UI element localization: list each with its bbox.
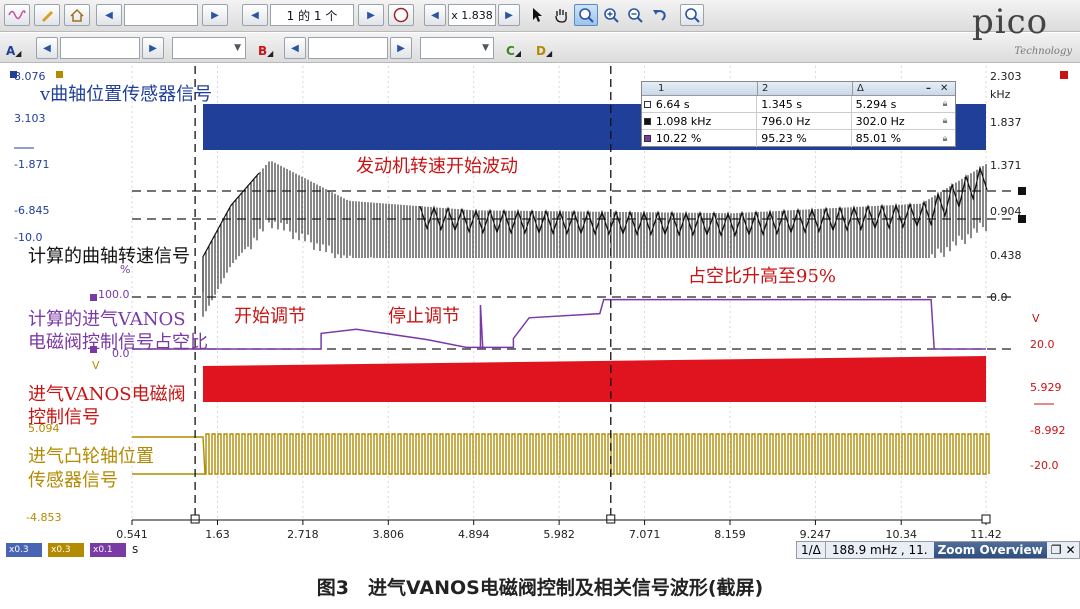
time-axis-tick-label: 3.806	[373, 528, 405, 541]
time-axis-tick-label: 1.63	[205, 528, 230, 541]
minimize-icon[interactable]: –	[922, 82, 936, 95]
delta-duty: 85.01 %	[850, 130, 935, 147]
time-ruler-handle	[606, 514, 616, 524]
ruler2-time: 1.345 s	[756, 96, 850, 112]
duty-cycle-rise-annotation: 占空比升高至95%	[688, 266, 837, 287]
rpm-axis-tick-label: 1.837	[990, 116, 1022, 129]
zoom-overview-title[interactable]: Zoom Overview	[933, 542, 1047, 558]
rpm-axis-unit: kHz	[990, 88, 1011, 101]
measurement-table[interactable]: 1 2 Δ – ✕ 6.64 s 1.345 s 5.294 s 🔒︎ 1.09…	[641, 81, 956, 147]
row-marker-icon	[644, 100, 652, 108]
gold-axis-tick-label: -4.853	[26, 511, 61, 524]
ruler2-duty: 95.23 %	[756, 130, 850, 147]
time-axis-tick-label: 8.159	[714, 528, 746, 541]
rpm-axis-tick-label: 1.371	[990, 159, 1022, 172]
rpm-ruler-handle	[1018, 187, 1026, 195]
ruler1-time: 6.64 s	[655, 97, 690, 111]
time-axis-tick-label: 5.982	[543, 528, 575, 541]
lock-icon[interactable]: 🔒︎	[935, 99, 955, 109]
purple-trace-label-line2: 电磁阀控制信号占空比	[28, 332, 208, 353]
time-axis-tick-label: 11.42	[970, 528, 1002, 541]
rpm-axis-tick-label: 0.904	[990, 205, 1022, 218]
blue-trace-label: v曲轴位置传感器信号	[40, 84, 213, 105]
purple-axis-marker	[90, 294, 97, 301]
header-delta: Δ	[852, 82, 922, 95]
blue-crank-trace	[956, 104, 986, 150]
measurement-row: 6.64 s 1.345 s 5.294 s 🔒︎	[642, 96, 955, 113]
rpm-axis-tick-label: 0.0	[990, 291, 1008, 304]
black-trace-label: 计算的曲轴转速信号	[28, 246, 190, 267]
red-axis-tick-label: 20.0	[1030, 338, 1055, 351]
measurement-row: 10.22 % 95.23 % 85.01 % 🔒︎	[642, 130, 955, 147]
ruler1-frequency: 1.098 kHz	[655, 114, 712, 128]
channel-scale-swatch[interactable]: x0.3	[6, 543, 42, 557]
measurement-header: 1 2 Δ – ✕	[642, 82, 955, 96]
header-ruler-1: 1	[658, 83, 665, 94]
delta-frequency: 302.0 Hz	[850, 113, 935, 129]
zoom-overview-bar[interactable]: 1/Δ 188.9 mHz , 11. Zoom Overview ❐ ✕	[796, 541, 1080, 559]
restore-window-icon[interactable]: ❐	[1047, 543, 1066, 557]
time-ruler-handle	[190, 514, 200, 524]
time-axis-tick-label: 10.34	[885, 528, 917, 541]
gold-axis-marker	[56, 71, 63, 78]
channel-scale-swatch[interactable]: x0.3	[48, 543, 84, 557]
lock-icon[interactable]: 🔒︎	[935, 116, 955, 126]
rpm-ruler-handle	[1018, 215, 1026, 223]
red-axis-tick-label: 5.929	[1030, 381, 1062, 394]
delta-time: 5.294 s	[850, 96, 935, 112]
blue-axis-tick-label: 3.103	[14, 112, 46, 125]
ruler1-duty: 10.22 %	[655, 132, 702, 145]
time-axis-tick-label: 0.541	[116, 528, 148, 541]
measurement-row: 1.098 kHz 796.0 Hz 302.0 Hz 🔒︎	[642, 113, 955, 130]
frequency-readout: 188.9 mHz , 11.	[831, 543, 928, 557]
rpm-fluctuation-annotation: 发动机转速开始波动	[356, 156, 518, 177]
time-axis-tick-label: 9.247	[800, 528, 832, 541]
rpm-axis-tick-label: 2.303	[990, 70, 1022, 83]
blue-axis-tick-label: -1.871	[14, 158, 49, 171]
rpm-axis-tick-label: 0.438	[990, 249, 1022, 262]
ruler-mode-label[interactable]: 1/Δ	[797, 542, 826, 558]
time-axis-tick-label: 7.071	[629, 528, 661, 541]
purple-axis-tick-label: 100.0	[98, 288, 130, 301]
red-axis-tick-label: -20.0	[1030, 459, 1058, 472]
start-regulation-annotation: 开始调节	[234, 306, 306, 327]
red-axis-tick-label: -8.992	[1030, 424, 1065, 437]
time-unit-label: s	[132, 542, 139, 556]
figure-caption: 图3 进气VANOS电磁阀控制及相关信号波形(截屏)	[316, 576, 764, 599]
time-axis-tick-label: 4.894	[458, 528, 490, 541]
ruler2-frequency: 796.0 Hz	[756, 113, 850, 129]
red-axis-marker	[1060, 71, 1068, 79]
row-marker-icon	[644, 117, 652, 125]
right-axes: 2.303 1.837 1.371 0.904 0.438 0.0 kHz V 20.0 5.92…	[990, 70, 1068, 472]
blue-axis-tick-label: -6.845	[14, 204, 49, 217]
lock-icon[interactable]: 🔒︎	[935, 134, 955, 144]
close-icon[interactable]: ✕	[1066, 543, 1076, 557]
red-trace-label-line2: 控制信号	[28, 407, 100, 428]
gold-axis-unit: V	[92, 359, 100, 372]
time-axis-tick-label: 2.718	[287, 528, 319, 541]
stop-regulation-annotation: 停止调节	[388, 306, 460, 327]
gold-trace-label-line2: 传感器信号	[28, 470, 118, 491]
close-icon[interactable]: ✕	[936, 82, 950, 95]
time-axis-end-handle	[981, 514, 991, 524]
red-axis-unit: V	[1032, 312, 1040, 325]
gold-camshaft-trace	[132, 433, 990, 475]
row-marker-icon	[644, 135, 652, 142]
gold-trace-label-line1: 进气凸轮轴位置	[28, 446, 154, 467]
header-ruler-2: 2	[757, 82, 852, 95]
channel-scale-swatch[interactable]: x0.1	[90, 543, 126, 557]
blue-axis-marker	[10, 71, 17, 78]
